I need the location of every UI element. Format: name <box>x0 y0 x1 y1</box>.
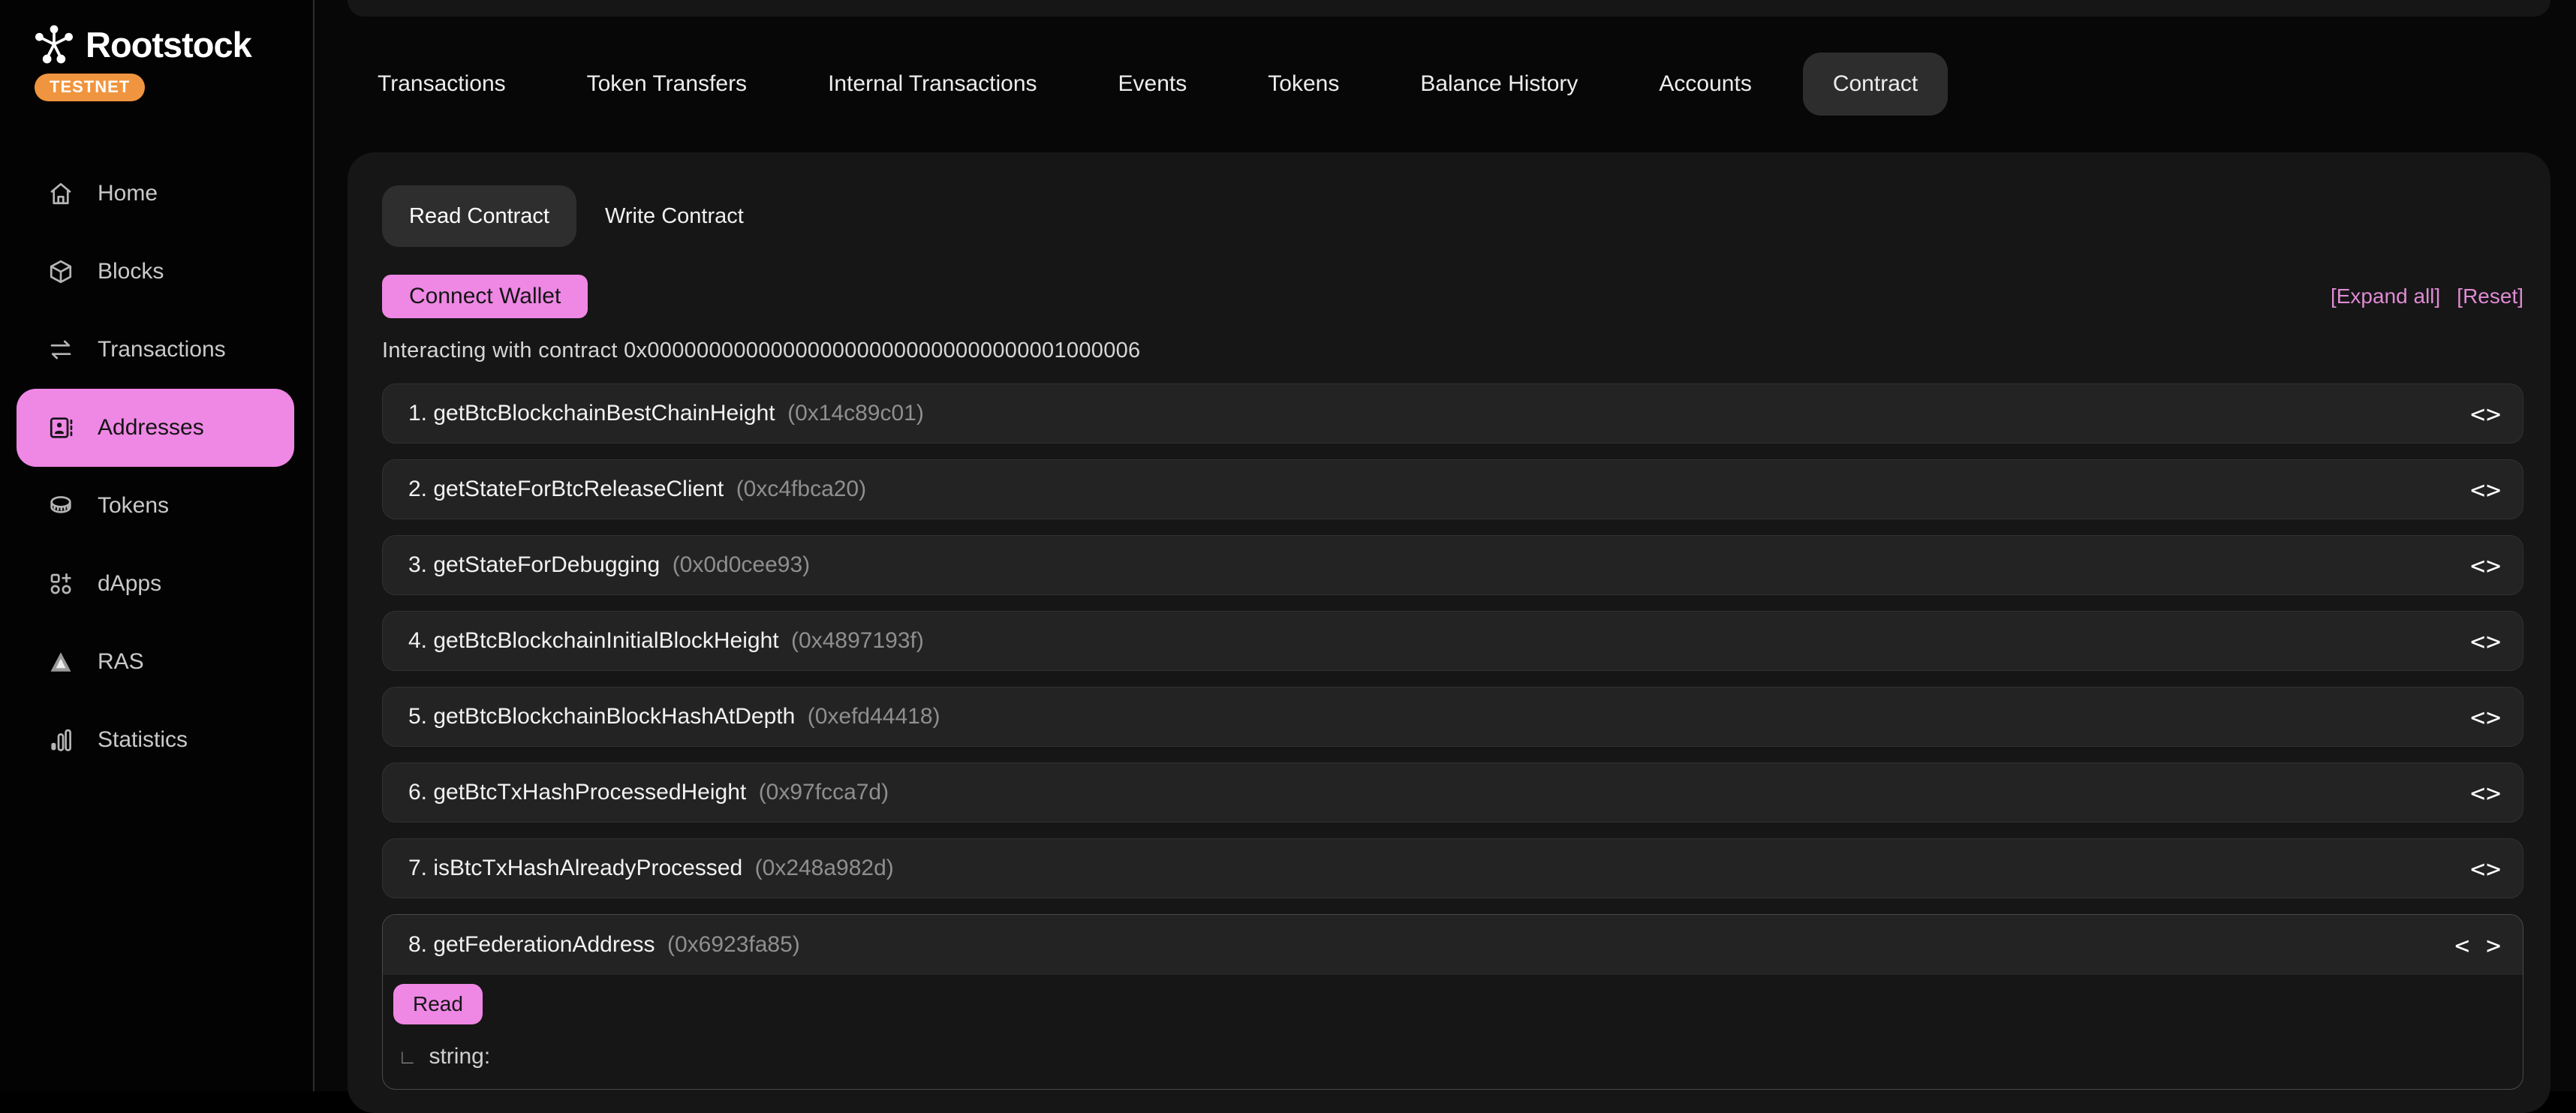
method-selector: (0xefd44418) <box>808 704 940 729</box>
method-name: 1. getBtcBlockchainBestChainHeight <box>408 401 775 426</box>
tab-transactions[interactable]: Transactions <box>348 53 536 116</box>
triangle-icon <box>47 648 75 676</box>
method-selector: (0xc4fbca20) <box>736 477 866 501</box>
method-expanded-body: Read ∟ string: <box>383 975 2523 1089</box>
method-selector: (0x97fcca7d) <box>759 780 889 805</box>
coin-icon <box>47 492 75 520</box>
code-icon[interactable]: <> <box>2470 475 2502 504</box>
method-selector: (0x0d0cee93) <box>673 552 810 577</box>
method-selector: (0x14c89c01) <box>787 401 924 426</box>
return-type-label: string: <box>429 1044 490 1069</box>
method-title: 6. getBtcTxHashProcessedHeight (0x97fcca… <box>408 780 889 805</box>
code-icon[interactable]: <> <box>2470 399 2502 429</box>
code-icon[interactable]: <> <box>2470 551 2502 580</box>
method-row-getBtcBlockchainBestChainHeight[interactable]: 1. getBtcBlockchainBestChainHeight (0x14… <box>382 384 2523 444</box>
brand-logo[interactable]: Rootstock TESTNET <box>33 23 251 101</box>
tab-write-contract[interactable]: Write Contract <box>605 204 744 229</box>
code-icon[interactable]: <> <box>2470 627 2502 656</box>
sidebar-item-dapps[interactable]: dApps <box>0 545 313 623</box>
tab-contract[interactable]: Contract <box>1803 53 1948 116</box>
method-title: 5. getBtcBlockchainBlockHashAtDepth (0xe… <box>408 704 940 729</box>
sidebar-item-tokens[interactable]: Tokens <box>0 467 313 545</box>
method-selector: (0x248a982d) <box>755 856 894 880</box>
method-title: 2. getStateForBtcReleaseClient (0xc4fbca… <box>408 477 866 502</box>
method-row-getFederationAddress-expanded: 8. getFederationAddress (0x6923fa85) < >… <box>382 914 2523 1090</box>
method-row-getFederationAddress[interactable]: 8. getFederationAddress (0x6923fa85) < > <box>383 915 2523 975</box>
brand-name: Rootstock <box>86 24 251 65</box>
method-row-isBtcTxHashAlreadyProcessed[interactable]: 7. isBtcTxHashAlreadyProcessed (0x248a98… <box>382 838 2523 898</box>
tab-balance-history[interactable]: Balance History <box>1390 53 1608 116</box>
return-marker-icon: ∟ <box>398 1045 417 1069</box>
expand-reset-links: [Expand all] [Reset] <box>2331 284 2523 308</box>
method-name: 3. getStateForDebugging <box>408 552 660 577</box>
bar-chart-icon <box>47 726 75 754</box>
reset-link[interactable]: [Reset] <box>2457 284 2523 308</box>
sidebar-item-label: dApps <box>98 571 161 597</box>
tab-read-contract[interactable]: Read Contract <box>382 185 576 247</box>
code-icon[interactable]: < > <box>2454 931 2502 960</box>
sidebar-item-label: Home <box>98 181 158 206</box>
address-tabs-nav: Transactions Token Transfers Internal Tr… <box>348 53 1948 116</box>
method-title: 3. getStateForDebugging (0x0d0cee93) <box>408 552 810 578</box>
rootstock-logo-icon <box>33 23 75 66</box>
contract-subtabs: Read Contract Write Contract <box>382 185 744 247</box>
contract-panel: Read Contract Write Contract Connect Wal… <box>348 152 2550 1113</box>
sidebar-item-transactions[interactable]: Transactions <box>0 311 313 389</box>
method-name: 8. getFederationAddress <box>408 932 655 957</box>
swap-arrows-icon <box>47 335 75 364</box>
sidebar-item-label: Blocks <box>98 259 164 284</box>
sidebar-item-addresses[interactable]: Addresses <box>17 389 294 467</box>
cube-icon <box>47 257 75 286</box>
sidebar-item-label: RAS <box>98 649 144 675</box>
method-name: 7. isBtcTxHashAlreadyProcessed <box>408 856 742 880</box>
method-name: 5. getBtcBlockchainBlockHashAtDepth <box>408 704 795 729</box>
tab-internal-transactions[interactable]: Internal Transactions <box>798 53 1067 116</box>
sidebar-item-label: Statistics <box>98 727 188 753</box>
method-title: 1. getBtcBlockchainBestChainHeight (0x14… <box>408 401 924 426</box>
sidebar-item-label: Tokens <box>98 493 169 519</box>
interacting-with-contract-text: Interacting with contract 0x000000000000… <box>382 338 1140 363</box>
method-name: 4. getBtcBlockchainInitialBlockHeight <box>408 628 779 653</box>
method-list: 1. getBtcBlockchainBestChainHeight (0x14… <box>382 384 2523 1090</box>
sidebar-item-home[interactable]: Home <box>0 155 313 233</box>
tab-accounts[interactable]: Accounts <box>1629 53 1781 116</box>
contract-actions-row: Connect Wallet [Expand all] [Reset] <box>382 274 2523 319</box>
sidebar-item-statistics[interactable]: Statistics <box>0 701 313 779</box>
read-button[interactable]: Read <box>393 984 483 1024</box>
method-row-getBtcBlockchainInitialBlockHeight[interactable]: 4. getBtcBlockchainInitialBlockHeight (0… <box>382 611 2523 671</box>
method-row-getStateForDebugging[interactable]: 3. getStateForDebugging (0x0d0cee93) <> <box>382 535 2523 595</box>
method-row-getBtcBlockchainBlockHashAtDepth[interactable]: 5. getBtcBlockchainBlockHashAtDepth (0xe… <box>382 687 2523 747</box>
sidebar-item-label: Addresses <box>98 415 204 441</box>
method-name: 2. getStateForBtcReleaseClient <box>408 477 724 501</box>
code-icon[interactable]: <> <box>2470 854 2502 883</box>
method-title: 4. getBtcBlockchainInitialBlockHeight (0… <box>408 628 924 654</box>
sidebar-item-ras[interactable]: RAS <box>0 623 313 701</box>
code-icon[interactable]: <> <box>2470 702 2502 732</box>
expand-all-link[interactable]: [Expand all] <box>2331 284 2440 308</box>
method-row-getBtcTxHashProcessedHeight[interactable]: 6. getBtcTxHashProcessedHeight (0x97fcca… <box>382 763 2523 823</box>
return-type-line: ∟ string: <box>398 1044 2512 1069</box>
code-icon[interactable]: <> <box>2470 778 2502 808</box>
sidebar-item-blocks[interactable]: Blocks <box>0 233 313 311</box>
tab-tokens[interactable]: Tokens <box>1238 53 1369 116</box>
testnet-badge: TESTNET <box>35 74 145 101</box>
apps-grid-icon <box>47 570 75 598</box>
method-title: 7. isBtcTxHashAlreadyProcessed (0x248a98… <box>408 856 894 881</box>
tab-token-transfers[interactable]: Token Transfers <box>557 53 777 116</box>
connect-wallet-button[interactable]: Connect Wallet <box>382 275 588 318</box>
tab-events[interactable]: Events <box>1088 53 1217 116</box>
sidebar-menu: Home Blocks Transactions Addresses <box>0 155 313 779</box>
contact-card-icon <box>47 414 75 442</box>
method-title: 8. getFederationAddress (0x6923fa85) <box>408 932 800 958</box>
method-selector: (0x6923fa85) <box>667 932 800 957</box>
sidebar-item-label: Transactions <box>98 337 226 362</box>
rootstock-explorer-screen: Rootstock TESTNET Home Blocks <box>0 0 2576 1091</box>
sidebar: Rootstock TESTNET Home Blocks <box>0 0 314 1091</box>
method-row-getStateForBtcReleaseClient[interactable]: 2. getStateForBtcReleaseClient (0xc4fbca… <box>382 459 2523 519</box>
method-name: 6. getBtcTxHashProcessedHeight <box>408 780 746 805</box>
home-icon <box>47 179 75 208</box>
method-selector: (0x4897193f) <box>791 628 924 653</box>
scrolled-card-edge <box>348 0 2550 17</box>
